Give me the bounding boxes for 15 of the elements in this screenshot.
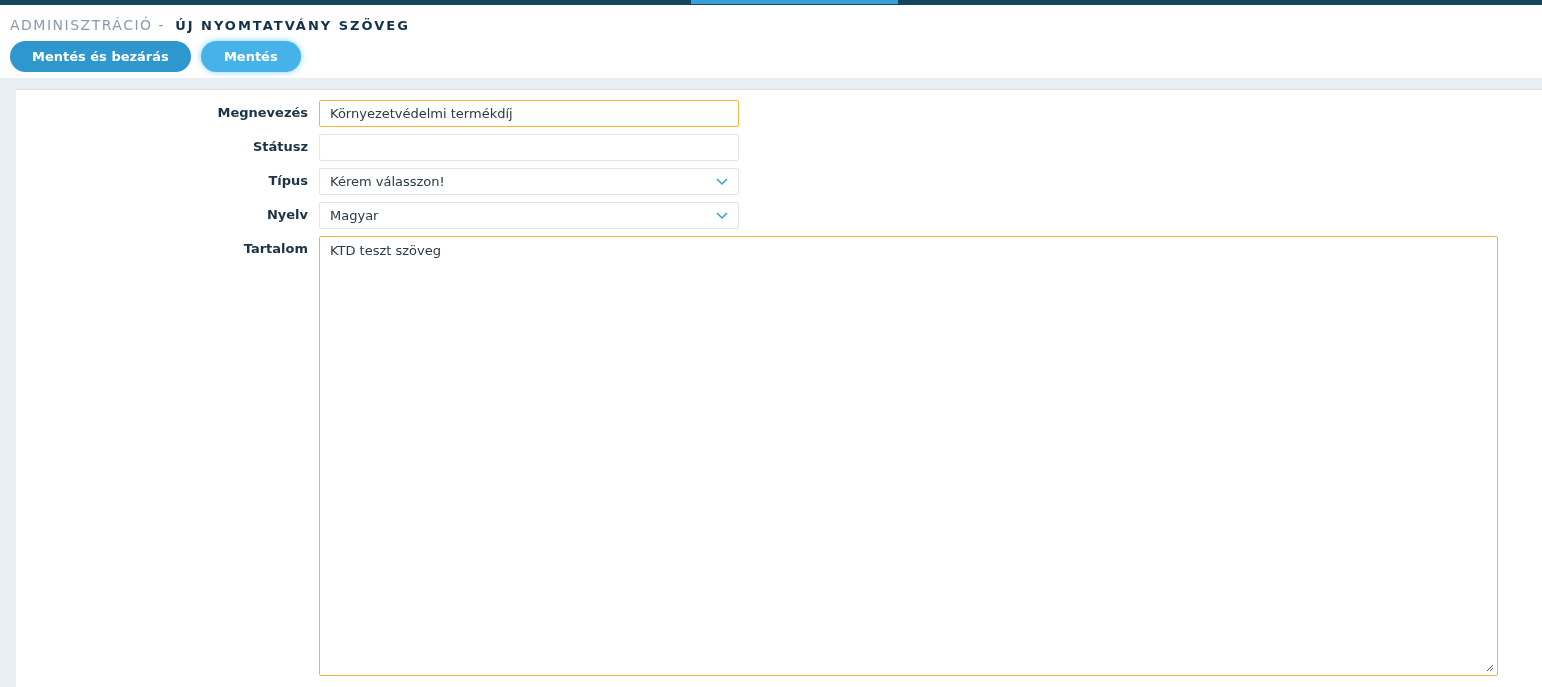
field-label: Státusz [251,138,308,156]
input-field[interactable]: Környezetvédelmi termékdíj [319,100,739,127]
resize-handle-icon[interactable] [1485,663,1494,672]
field-label: Tartalom [242,240,308,258]
select-field[interactable]: Magyar [319,202,739,229]
field-label: Megnevezés [216,104,308,122]
chevron-down-icon [716,177,728,186]
field-label: Nyelv [265,206,308,224]
textarea-field[interactable]: KTD teszt szöveg [319,236,1498,676]
breadcrumb-section: ADMINISZTRÁCIÓ - [10,17,166,33]
page-title: ÚJ NYOMTATVÁNY SZÖVEG [175,18,410,33]
input-field[interactable] [319,134,739,161]
field-label: Típus [267,172,308,190]
select-field[interactable]: Kérem válasszon! [319,168,739,195]
chevron-down-icon [716,211,728,220]
